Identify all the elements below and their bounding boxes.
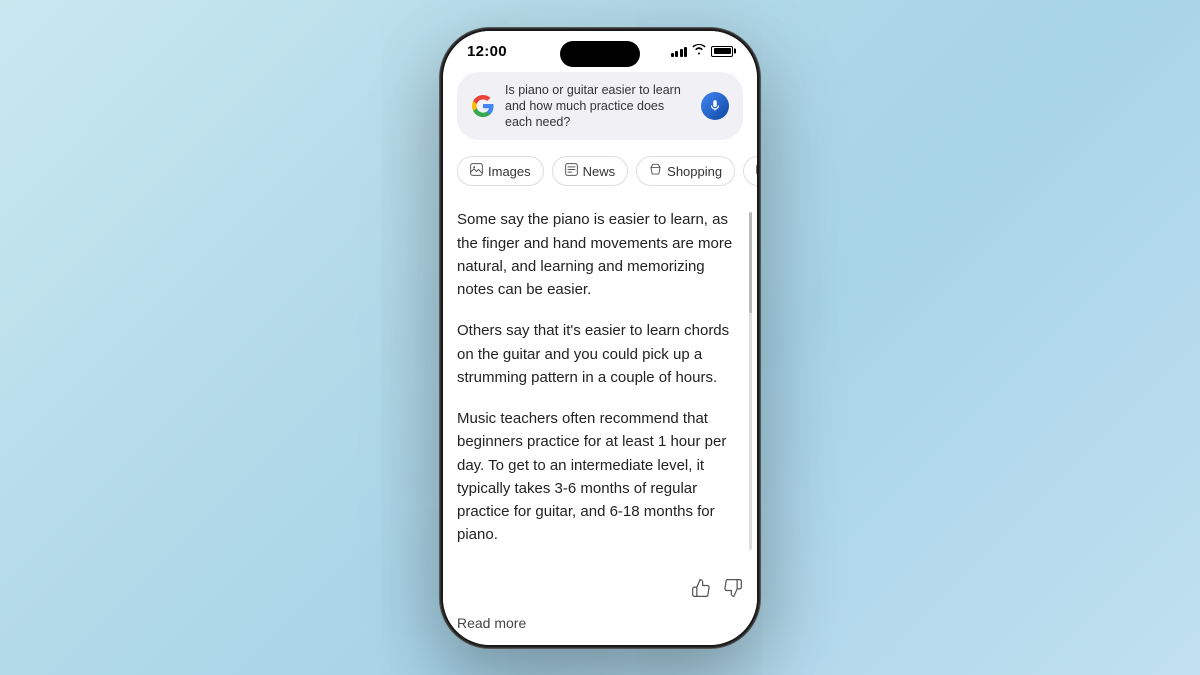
paragraph-3: Music teachers often recommend that begi… [457, 407, 743, 547]
status-bar: 12:00 [443, 31, 757, 64]
filter-tabs: Images News [443, 150, 757, 192]
images-tab-icon [470, 163, 483, 179]
battery-icon [711, 46, 733, 57]
microphone-icon[interactable] [701, 92, 729, 120]
answer-content: Some say the piano is easier to learn, a… [457, 208, 743, 546]
videos-tab-icon [756, 163, 757, 179]
bottom-actions [443, 570, 757, 611]
status-icons [671, 44, 734, 58]
filter-tab-news[interactable]: News [552, 156, 629, 186]
phone-frame: 12:00 [440, 28, 760, 648]
read-more-row: Read more [443, 611, 757, 645]
paragraph-1: Some say the piano is easier to learn, a… [457, 208, 743, 301]
signal-bars-icon [671, 45, 688, 57]
thumbs-up-button[interactable] [691, 578, 711, 603]
content-area: Some say the piano is easier to learn, a… [443, 192, 757, 569]
google-logo-icon [471, 94, 495, 118]
scrollbar [749, 212, 752, 549]
phone-mockup: 12:00 [440, 28, 760, 648]
wifi-icon [692, 44, 706, 58]
filter-tab-videos[interactable]: Vid... [743, 156, 757, 186]
news-tab-label: News [583, 164, 616, 179]
dynamic-island [560, 41, 640, 67]
search-bar-container: Is piano or guitar easier to learn and h… [443, 64, 757, 151]
shopping-tab-label: Shopping [667, 164, 722, 179]
read-more-link[interactable]: Read more [457, 615, 526, 631]
news-tab-icon [565, 163, 578, 179]
shopping-tab-icon [649, 163, 662, 179]
thumbs-down-button[interactable] [723, 578, 743, 603]
search-bar[interactable]: Is piano or guitar easier to learn and h… [457, 72, 743, 141]
status-time: 12:00 [467, 43, 507, 60]
phone-screen: 12:00 [443, 31, 757, 645]
filter-tab-images[interactable]: Images [457, 156, 544, 186]
filter-tab-shopping[interactable]: Shopping [636, 156, 735, 186]
images-tab-label: Images [488, 164, 531, 179]
paragraph-2: Others say that it's easier to learn cho… [457, 319, 743, 389]
search-query-text: Is piano or guitar easier to learn and h… [505, 82, 691, 131]
